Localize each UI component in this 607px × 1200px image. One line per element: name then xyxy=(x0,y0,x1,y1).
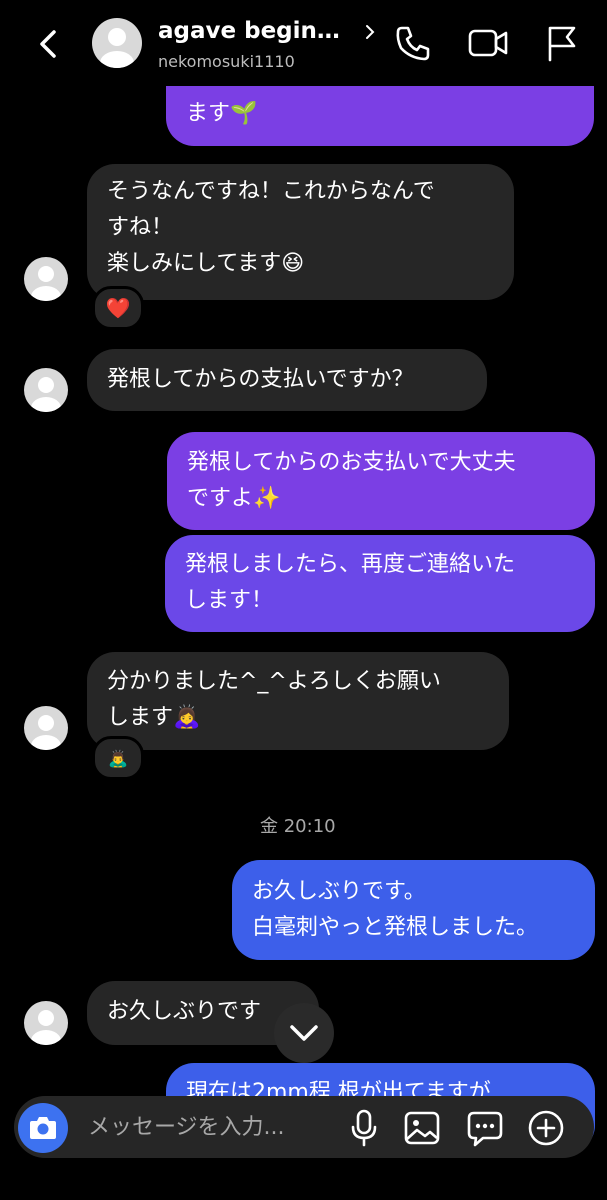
message-text: 発根してからの支払いですか？ xyxy=(107,367,414,392)
incoming-message[interactable]: 発根してからの支払いですか？ xyxy=(87,349,487,411)
message-timestamp: 金 20:10 xyxy=(260,816,336,837)
camera-button[interactable] xyxy=(18,1103,68,1153)
default-avatar-icon xyxy=(31,377,61,412)
contact-username: nekomosuki1110 xyxy=(158,52,295,71)
message-text-line: 白毫刺やっと発根しました。 xyxy=(252,915,539,940)
sticker-icon[interactable] xyxy=(466,1108,504,1148)
default-avatar-icon xyxy=(31,1010,61,1045)
flag-icon[interactable] xyxy=(540,22,580,64)
message-text-line: 発根しましたら、再度ご連絡いた xyxy=(185,552,516,577)
message-text-line: 楽しみにしてます😆 xyxy=(107,251,305,276)
video-call-icon[interactable] xyxy=(466,22,510,64)
incoming-message[interactable]: そうなんですね！これからなんで すね！ 楽しみにしてます😆 xyxy=(87,164,514,300)
sender-avatar[interactable] xyxy=(24,1001,68,1045)
message-text-line: すね！ xyxy=(107,215,174,240)
default-avatar-icon xyxy=(31,715,61,750)
message-text-line: します🙇‍♀️ xyxy=(107,705,201,730)
default-avatar-icon xyxy=(31,266,61,301)
back-arrow-icon[interactable] xyxy=(30,26,66,62)
message-text-line: 発根してからのお支払いで大丈夫 xyxy=(187,450,516,475)
contact-avatar[interactable] xyxy=(92,18,142,68)
message-text-line: そうなんですね！これからなんで xyxy=(107,179,435,204)
microphone-icon[interactable] xyxy=(348,1108,380,1148)
incoming-message[interactable]: 分かりました^_^よろしくお願い します🙇‍♀️ xyxy=(87,652,509,750)
sender-avatar[interactable] xyxy=(24,706,68,750)
camera-icon xyxy=(30,1117,56,1139)
message-text-line: 分かりました^_^よろしくお願い xyxy=(107,669,441,694)
message-text-line: ですよ✨ xyxy=(187,486,281,511)
message-input[interactable] xyxy=(88,1110,338,1144)
chevron-right-icon[interactable] xyxy=(363,22,377,42)
plus-icon[interactable] xyxy=(526,1108,566,1148)
message-reaction[interactable]: ❤️ xyxy=(92,286,144,330)
gallery-icon[interactable] xyxy=(403,1108,441,1148)
phone-icon[interactable] xyxy=(392,22,434,64)
message-text-line: お久しぶりです。 xyxy=(252,879,426,904)
default-avatar-icon xyxy=(100,28,134,68)
heart-reaction-icon: ❤️ xyxy=(105,296,131,320)
message-text: ます🌱 xyxy=(186,101,258,126)
scroll-to-bottom-button[interactable] xyxy=(274,1003,334,1063)
bottom-safe-area xyxy=(0,1162,607,1200)
outgoing-message[interactable]: 発根しましたら、再度ご連絡いた します！ xyxy=(165,535,595,632)
message-reaction[interactable]: 🙇‍♂️ xyxy=(92,736,144,780)
message-text: お久しぶりです xyxy=(107,999,262,1024)
contact-name[interactable]: agave begin… xyxy=(158,18,340,44)
bow-reaction-icon: 🙇‍♂️ xyxy=(108,748,128,768)
outgoing-message[interactable]: お久しぶりです。 白毫刺やっと発根しました。 xyxy=(232,860,595,960)
sender-avatar[interactable] xyxy=(24,257,68,301)
outgoing-message[interactable]: 発根してからのお支払いで大丈夫 ですよ✨ xyxy=(167,432,595,530)
message-text-line: します！ xyxy=(185,588,274,613)
sender-avatar[interactable] xyxy=(24,368,68,412)
chevron-down-icon xyxy=(290,1025,318,1041)
